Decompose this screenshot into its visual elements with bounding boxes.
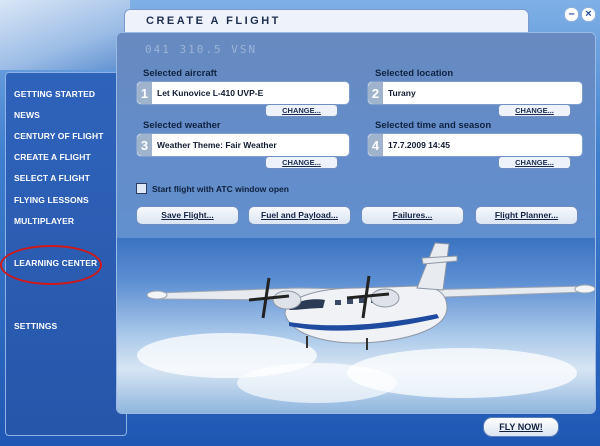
aircraft-image xyxy=(117,238,595,413)
atc-checkbox-label[interactable]: Start flight with ATC window open xyxy=(152,184,289,194)
close-button[interactable]: × xyxy=(581,7,596,22)
sidebar-item-century-of-flight[interactable]: CENTURY OF FLIGHT xyxy=(14,131,104,141)
time-field: 4 17.7.2009 14:45 xyxy=(367,133,583,157)
sidebar-item-flying-lessons[interactable]: FLYING LESSONS xyxy=(14,195,89,205)
aircraft-label: Selected aircraft xyxy=(143,68,217,79)
sidebar-item-getting-started[interactable]: GETTING STARTED xyxy=(14,89,95,99)
weather-field: 3 Weather Theme: Fair Weather xyxy=(136,133,350,157)
background-watermark-text: 041 310.5 VSN xyxy=(145,43,258,56)
location-number: 2 xyxy=(368,82,383,104)
time-label: Selected time and season xyxy=(375,120,492,131)
sidebar-item-select-a-flight[interactable]: SELECT A FLIGHT xyxy=(14,173,90,183)
aircraft-value: Let Kunovice L-410 UVP-E xyxy=(157,88,264,98)
aircraft-field: 1 Let Kunovice L-410 UVP-E xyxy=(136,81,350,105)
fuel-payload-button[interactable]: Fuel and Payload... xyxy=(248,206,351,225)
location-value: Turany xyxy=(388,88,416,98)
window-controls: – × xyxy=(564,7,596,22)
weather-value: Weather Theme: Fair Weather xyxy=(157,140,277,150)
weather-number: 3 xyxy=(137,134,152,156)
highlight-circle-annotation xyxy=(0,245,102,285)
change-aircraft-button[interactable]: CHANGE... xyxy=(265,104,338,117)
flight-planner-button[interactable]: Flight Planner... xyxy=(475,206,578,225)
airplane-graphic xyxy=(146,242,595,350)
weather-label: Selected weather xyxy=(143,120,221,131)
page-title: CREATE A FLIGHT xyxy=(146,15,281,27)
sidebar-item-multiplayer[interactable]: MULTIPLAYER xyxy=(14,216,74,226)
aircraft-number: 1 xyxy=(137,82,152,104)
failures-button[interactable]: Failures... xyxy=(361,206,464,225)
sidebar-item-create-a-flight[interactable]: CREATE A FLIGHT xyxy=(14,152,91,162)
save-flight-button[interactable]: Save Flight... xyxy=(136,206,239,225)
desktop-background xyxy=(0,0,130,70)
fly-now-button[interactable]: FLY NOW! xyxy=(483,417,559,437)
atc-checkbox[interactable] xyxy=(136,183,147,194)
location-label: Selected location xyxy=(375,68,454,79)
time-number: 4 xyxy=(368,134,383,156)
atc-option: Start flight with ATC window open xyxy=(136,183,289,194)
minimize-button[interactable]: – xyxy=(564,7,579,22)
main-panel: 041 310.5 VSN Selected aircraft 1 Let Ku… xyxy=(116,32,596,414)
title-tab: CREATE A FLIGHT xyxy=(124,9,529,33)
change-weather-button[interactable]: CHANGE... xyxy=(265,156,338,169)
change-time-button[interactable]: CHANGE... xyxy=(498,156,571,169)
change-location-button[interactable]: CHANGE... xyxy=(498,104,571,117)
time-value: 17.7.2009 14:45 xyxy=(388,140,450,150)
sidebar-item-news[interactable]: NEWS xyxy=(14,110,40,120)
sidebar-item-settings[interactable]: SETTINGS xyxy=(14,321,57,331)
location-field: 2 Turany xyxy=(367,81,583,105)
